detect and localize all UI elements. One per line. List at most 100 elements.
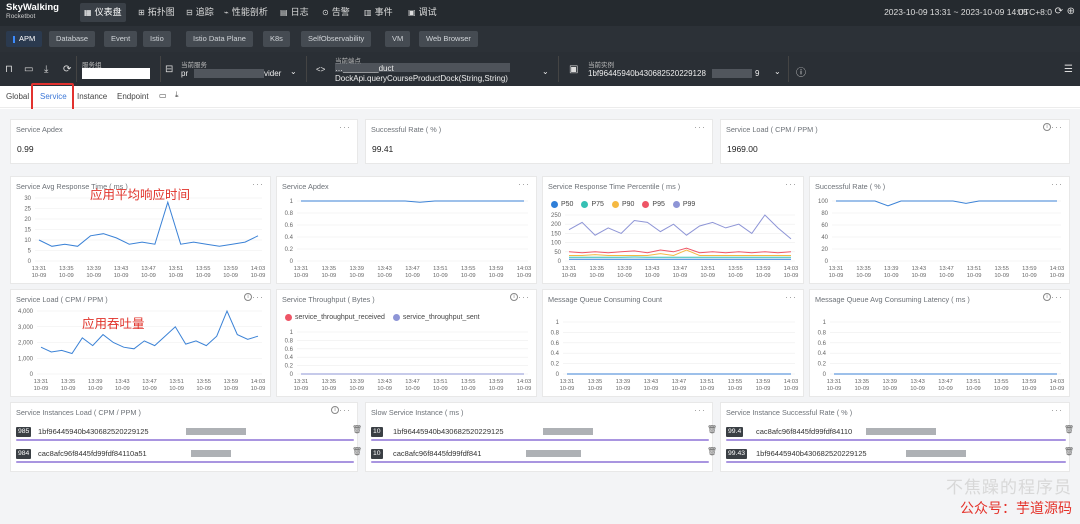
more-icon[interactable]: ···	[339, 122, 351, 132]
more-icon[interactable]: ···	[1051, 292, 1063, 302]
nav-item-0[interactable]: ▦ 仪表盘	[80, 3, 126, 22]
timezone[interactable]: UTC+8:0	[1018, 7, 1052, 17]
more-icon[interactable]: ···	[785, 179, 797, 189]
list-item[interactable]: 10 cac8afc96f8445fd99fdf841 🗑	[371, 447, 717, 463]
x-tick-label: 13:43	[912, 266, 927, 272]
chevron-down-icon[interactable]: ⌄	[774, 67, 781, 76]
x-tick-date: 10-09	[461, 386, 476, 392]
nav-item-4[interactable]: ▤ 日志	[276, 3, 313, 22]
x-tick-date: 10-09	[938, 386, 953, 392]
trash-icon[interactable]: 🗑	[1064, 447, 1074, 456]
x-tick-date: 10-09	[349, 273, 364, 279]
more-icon[interactable]: ···	[518, 292, 530, 302]
tab-instance[interactable]: Instance	[77, 92, 107, 101]
nav-item-1[interactable]: ⊞ 拓扑图	[134, 3, 179, 22]
instance-value[interactable]: 1bf96445940b430682520229128	[588, 69, 706, 78]
chevron-down-icon[interactable]: ⌄	[542, 67, 549, 76]
tab-endpoint[interactable]: Endpoint	[117, 92, 149, 101]
endpoint-value-line1[interactable]: …________duct	[335, 64, 394, 73]
folder-icon[interactable]: ▭	[159, 91, 167, 100]
mq-latency-chart: 00.20.40.60.8113:3110-0913:3510-0913:391…	[818, 320, 1065, 392]
x-tick-date: 10-09	[645, 273, 660, 279]
list-item[interactable]: 99.43 1bf96445940b430682520229125 🗑	[726, 447, 1074, 463]
info-icon[interactable]: ⓘ	[796, 64, 806, 79]
more-icon[interactable]: ···	[339, 405, 351, 415]
y-tick-label: 50	[554, 250, 561, 256]
trash-icon[interactable]: 🗑	[707, 447, 717, 456]
lock-icon[interactable]: ⊓	[5, 64, 13, 75]
more-icon[interactable]: ···	[1051, 179, 1063, 189]
x-tick-label: 13:31	[829, 266, 844, 272]
x-tick-date: 10-09	[489, 273, 504, 279]
more-icon[interactable]: ···	[694, 122, 706, 132]
endpoint-value-line2[interactable]: DockApi.queryCourseProductDock(String,St…	[335, 74, 508, 83]
y-tick-label: 0.2	[551, 362, 560, 368]
nav-item-6[interactable]: ▥ 事件	[360, 3, 397, 22]
layer-tab[interactable]: Istio Data Plane	[186, 31, 253, 47]
settings-icon[interactable]: ⊕	[1067, 6, 1075, 17]
more-icon[interactable]: ···	[252, 179, 264, 189]
info-icon[interactable]: i	[1043, 293, 1051, 301]
more-icon[interactable]: ···	[785, 292, 797, 302]
more-icon[interactable]: ···	[694, 405, 706, 415]
list-item[interactable]: 984 cac8afc96f8445fd99fdf84110a51 🗑	[16, 447, 362, 463]
x-tick-label: 13:55	[196, 266, 211, 272]
layer-tab[interactable]: SelfObservability	[301, 31, 372, 47]
trash-icon[interactable]: 🗑	[707, 425, 717, 434]
x-tick-label: 13:59	[756, 379, 771, 385]
series-line	[301, 200, 524, 203]
nav-item-5[interactable]: ⊙ 告警	[318, 3, 354, 22]
trash-icon[interactable]: 🗑	[352, 447, 362, 456]
folder-icon[interactable]: ▭	[24, 64, 33, 75]
layer-tab[interactable]: Event	[104, 31, 138, 47]
info-icon[interactable]: i	[331, 406, 339, 414]
menu-icon[interactable]: ☰	[1064, 64, 1073, 75]
nav-item-2[interactable]: ⊟ 追踪	[182, 3, 218, 22]
y-tick-label: 20	[821, 247, 828, 253]
y-tick-label: 0.4	[285, 235, 294, 241]
info-icon[interactable]: i	[1043, 123, 1051, 131]
trash-icon[interactable]: 🗑	[352, 425, 362, 434]
info-icon[interactable]: i	[244, 293, 252, 301]
layer-tab[interactable]: K8s	[263, 31, 290, 47]
logo: SkyWalking Rocketbot	[6, 2, 59, 20]
x-tick-label: 13:55	[728, 379, 743, 385]
download-icon[interactable]: ⤓	[44, 64, 48, 75]
refresh-icon[interactable]: ⟳	[63, 64, 71, 75]
x-tick-label: 13:51	[169, 379, 184, 385]
layer-tab[interactable]: Web Browser	[419, 31, 478, 47]
layer-tab[interactable]: APM	[6, 31, 43, 47]
layer-tab[interactable]: Database	[49, 31, 96, 47]
x-tick-date: 10-09	[617, 273, 632, 279]
more-icon[interactable]: ···	[1051, 122, 1063, 132]
list-item[interactable]: 985 1bf96445940b430682520229125 🗑	[16, 425, 362, 441]
more-icon[interactable]: ···	[1051, 405, 1063, 415]
nav-item-3[interactable]: ⌁ 性能剖析	[220, 3, 272, 22]
more-icon[interactable]: ···	[252, 292, 264, 302]
y-tick-label: 2,000	[18, 341, 34, 347]
y-tick-label: 150	[551, 231, 562, 237]
tab-global[interactable]: Global	[6, 92, 29, 101]
nav-item-7[interactable]: ▣ 调试	[404, 3, 441, 22]
more-icon[interactable]: ···	[518, 179, 530, 189]
download-icon[interactable]: ⤓	[175, 90, 179, 100]
layer-tab[interactable]: Istio	[143, 31, 171, 47]
y-tick-label: 0	[825, 259, 829, 265]
avg-response-time-chart: 05101520253013:3110-0913:3510-0913:3910-…	[24, 196, 265, 279]
list-item[interactable]: 99.4 cac8afc96f8445fd99fdf84110 🗑	[726, 425, 1074, 441]
trash-icon[interactable]: 🗑	[1064, 425, 1074, 434]
y-tick-label: 30	[24, 196, 31, 202]
service-value[interactable]: pr	[181, 69, 188, 78]
x-tick-date: 10-09	[784, 386, 799, 392]
x-tick-label: 13:59	[1022, 379, 1037, 385]
list-item[interactable]: 10 1bf96445940b430682520229125 🗑	[371, 425, 717, 441]
time-range[interactable]: 2023-10-09 13:31 ~ 2023-10-09 14:05	[884, 7, 1028, 17]
refresh-icon[interactable]: ⟳	[1055, 6, 1063, 17]
info-icon[interactable]: i	[510, 293, 518, 301]
chevron-down-icon[interactable]: ⌄	[290, 67, 297, 76]
layer-bar: APM Database Event Istio Istio Data Plane K8s…	[0, 26, 1080, 52]
x-tick-date: 10-09	[34, 386, 49, 392]
x-tick-date: 10-09	[61, 386, 76, 392]
group-select[interactable]	[82, 68, 150, 79]
layer-tab[interactable]: VM	[385, 31, 411, 47]
